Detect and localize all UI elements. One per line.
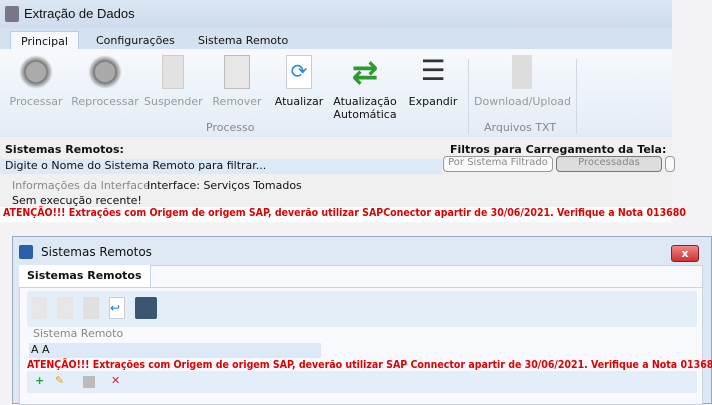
- ribbon-tabs: Principal Configurações Sistema Remoto: [0, 28, 672, 51]
- suspender-button[interactable]: Suspender: [144, 55, 203, 108]
- label: Reprocessar: [71, 95, 139, 108]
- label: Processar: [9, 95, 63, 108]
- delete-icon[interactable]: ✕: [111, 374, 120, 387]
- title-bar: Extração de Dados: [0, 0, 672, 28]
- remover-button[interactable]: Remover: [208, 55, 266, 108]
- new-doc-icon[interactable]: [31, 297, 47, 319]
- info-label: Informações da Interface:: [12, 179, 154, 192]
- file-icon: [512, 55, 532, 89]
- undo-icon[interactable]: ↩: [109, 297, 125, 319]
- more-filter-button[interactable]: [665, 156, 675, 172]
- label: Atualizar: [274, 95, 324, 108]
- tab-sistemas-remotos[interactable]: Sistemas Remotos: [19, 265, 151, 287]
- save-icon[interactable]: [135, 297, 157, 319]
- filter-input[interactable]: Digite o Nome do Sistema Remoto para fil…: [0, 159, 442, 174]
- record-toolbar: + ✎ ✕: [27, 371, 697, 393]
- expandir-button[interactable]: ☰ Expandir: [404, 54, 462, 109]
- gears-icon: [88, 55, 122, 89]
- group-arquivos-txt: Arquivos TXT: [484, 121, 557, 134]
- download-upload-button[interactable]: Download/Upload: [474, 55, 571, 108]
- label: Automática: [333, 108, 397, 121]
- filtros-label: Filtros para Carregamento da Tela:: [450, 143, 667, 156]
- delete-doc-icon[interactable]: [83, 297, 99, 319]
- dialog-title: Sistemas Remotos: [41, 245, 152, 259]
- app-icon: [5, 6, 19, 22]
- label: Atualização: [333, 95, 397, 108]
- window-title: Extração de Dados: [24, 6, 135, 21]
- extracao-window: Extração de Dados Principal Configuraçõe…: [0, 0, 686, 222]
- warning-text: ATENÇÃO!!! Extrações com Origem de orige…: [27, 359, 712, 371]
- ribbon: Processar Reprocessar Suspender Remover …: [0, 49, 672, 136]
- warning-text: ATENÇÃO!!! Extrações com Origem de orige…: [0, 207, 686, 222]
- processadas-button[interactable]: Processadas: [556, 156, 662, 172]
- auto-refresh-icon: ⇄: [351, 53, 379, 91]
- close-button[interactable]: x: [671, 245, 699, 262]
- tab-sistema-remoto[interactable]: Sistema Remoto: [188, 31, 298, 51]
- sistema-remoto-label: Sistema Remoto: [33, 327, 124, 340]
- gear-icon: [19, 55, 53, 89]
- dialog-toolbar: ↩: [27, 291, 697, 327]
- app-icon: [19, 245, 33, 259]
- save-icon[interactable]: [83, 376, 95, 388]
- status-text: Sem execução recente!: [12, 194, 142, 207]
- group-processo: Processo: [206, 121, 255, 134]
- remove-icon: [224, 55, 250, 89]
- label: Expandir: [408, 95, 458, 108]
- edit-doc-icon[interactable]: [57, 297, 73, 319]
- tab-principal[interactable]: Principal: [10, 31, 79, 51]
- edit-icon[interactable]: ✎: [55, 374, 64, 387]
- label: Download/Upload: [474, 95, 571, 108]
- list-add-icon: ☰: [420, 54, 446, 87]
- por-sistema-filtrado-button[interactable]: Por Sistema Filtrado: [443, 156, 553, 172]
- label: Remover: [212, 95, 262, 108]
- tab-configuracoes[interactable]: Configurações: [86, 31, 185, 51]
- reprocessar-button[interactable]: Reprocessar: [70, 55, 140, 108]
- refresh-icon: ⟳: [286, 55, 312, 89]
- processar-button[interactable]: Processar: [8, 55, 64, 108]
- atualizacao-automatica-button[interactable]: ⇄ Atualização Automática: [332, 55, 398, 121]
- atualizar-button[interactable]: ⟳ Atualizar: [272, 55, 326, 108]
- info-value: Interface: Serviços Tomados: [147, 179, 302, 192]
- sistemas-remotos-label: Sistemas Remotos:: [5, 143, 124, 156]
- sistemas-remotos-dialog: Sistemas Remotos x Sistemas Remotos ↩ Si…: [12, 236, 712, 405]
- pause-icon: [162, 55, 184, 89]
- label: Suspender: [144, 95, 203, 108]
- add-icon[interactable]: +: [35, 374, 44, 387]
- sistema-remoto-field[interactable]: A A: [29, 343, 321, 358]
